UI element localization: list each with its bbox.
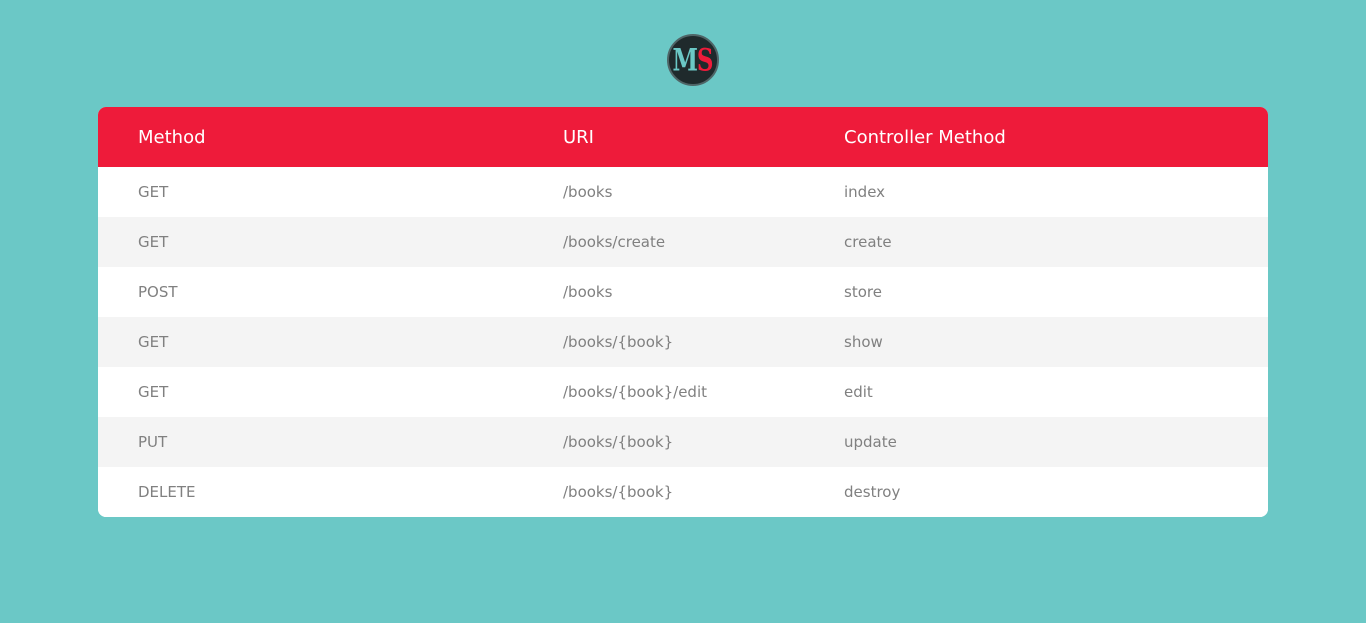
header-method: Method — [138, 126, 206, 148]
header-uri: URI — [563, 126, 594, 148]
cell-method: POST — [138, 283, 178, 301]
cell-uri: /books — [563, 183, 613, 201]
header-controller-method: Controller Method — [844, 126, 1006, 148]
cell-method: DELETE — [138, 483, 196, 501]
table-row: GET /books index — [98, 167, 1268, 217]
cell-controller-method: store — [844, 283, 882, 301]
logo-letter-m: M — [672, 41, 697, 79]
cell-controller-method: edit — [844, 383, 873, 401]
cell-uri: /books/{book} — [563, 483, 674, 501]
cell-controller-method: destroy — [844, 483, 901, 501]
table-header: Method URI Controller Method — [98, 107, 1268, 167]
ms-logo[interactable]: M S — [667, 34, 719, 86]
cell-controller-method: index — [844, 183, 886, 201]
cell-controller-method: update — [844, 433, 897, 451]
logo-letter-s: S — [696, 41, 714, 79]
ms-logo-mark: M S — [672, 44, 713, 75]
cell-method: GET — [138, 383, 169, 401]
table-row: GET /books/{book} show — [98, 317, 1268, 367]
cell-uri: /books/create — [563, 233, 666, 251]
routes-table: Method URI Controller Method GET /books … — [98, 107, 1268, 517]
cell-uri: /books/{book} — [563, 433, 674, 451]
cell-uri: /books/{book} — [563, 333, 674, 351]
table-row: DELETE /books/{book} destroy — [98, 467, 1268, 517]
table-row: GET /books/create create — [98, 217, 1268, 267]
cell-controller-method: show — [844, 333, 883, 351]
cell-method: GET — [138, 233, 169, 251]
cell-method: PUT — [138, 433, 168, 451]
cell-method: GET — [138, 183, 169, 201]
table-row: POST /books store — [98, 267, 1268, 317]
cell-uri: /books/{book}/edit — [563, 383, 707, 401]
cell-controller-method: create — [844, 233, 892, 251]
cell-method: GET — [138, 333, 169, 351]
table-row: PUT /books/{book} update — [98, 417, 1268, 467]
table-row: GET /books/{book}/edit edit — [98, 367, 1268, 417]
cell-uri: /books — [563, 283, 613, 301]
